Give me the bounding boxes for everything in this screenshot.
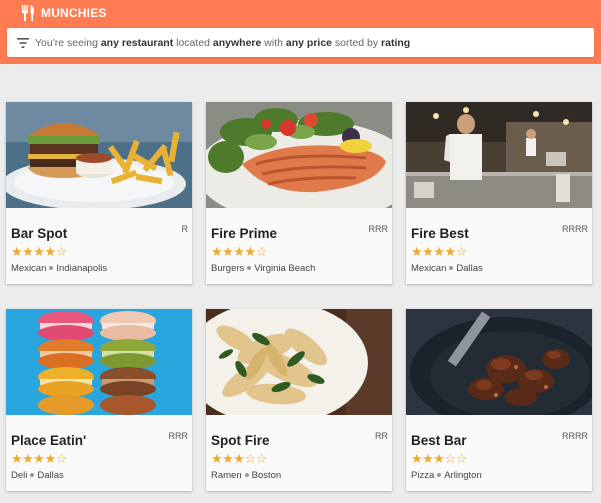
restaurant-name: Fire Best	[411, 226, 469, 241]
filter-icon	[17, 37, 29, 48]
price-level: RRR	[368, 224, 389, 234]
restaurant-meta: Mexican Indianapolis	[11, 263, 107, 274]
salmon-salad-photo	[206, 102, 392, 208]
restaurant-category: Pizza	[411, 470, 435, 481]
app-brand[interactable]: MUNCHIES	[21, 4, 107, 22]
star-rating: ★★★★☆	[411, 245, 467, 260]
restaurant-meta: Pizza Arlington	[411, 470, 482, 481]
restaurant-grid: Bar Spot R ★★★★☆ Mexican Indianapolis Fi…	[6, 102, 596, 502]
filter-summary: You're seeing any restaurant located any…	[35, 36, 411, 49]
restaurant-kitchen-photo	[406, 102, 592, 208]
restaurant-name: Bar Spot	[11, 226, 68, 241]
restaurant-category: Burgers	[211, 263, 245, 274]
restaurant-category: Deli	[11, 470, 28, 481]
dot-separator	[437, 473, 442, 478]
restaurant-name: Spot Fire	[211, 433, 270, 448]
restaurant-city: Virginia Beach	[254, 263, 316, 274]
price-filter: any price	[285, 36, 332, 49]
restaurant-meta: Mexican Dallas	[411, 263, 483, 274]
dot-separator	[49, 266, 54, 271]
location-filter: anywhere	[212, 36, 262, 49]
restaurant-category: Mexican	[11, 263, 47, 274]
star-rating: ★★★★☆	[211, 245, 267, 260]
restaurant-card[interactable]: Spot Fire RR ★★★☆☆ Ramen Boston	[206, 309, 392, 491]
restaurant-card[interactable]: Fire Prime RRR ★★★★☆ Burgers Virginia Bea…	[206, 102, 392, 284]
fork-knife-icon	[21, 5, 35, 21]
restaurant-card[interactable]: Best Bar RRRR ★★★☆☆ Pizza Arlington	[406, 309, 592, 491]
restaurant-category: Mexican	[411, 263, 447, 274]
restaurant-city: Dallas	[37, 470, 64, 481]
braised-meat-photo	[406, 309, 592, 415]
price-level: RRRR	[562, 431, 588, 441]
restaurant-filter: any restaurant	[100, 36, 174, 49]
price-level: RRRR	[562, 224, 588, 234]
sort-filter: rating	[381, 36, 411, 49]
restaurant-category: Ramen	[211, 470, 242, 481]
app-title: MUNCHIES	[41, 6, 107, 20]
filter-bar[interactable]: You're seeing any restaurant located any…	[7, 28, 594, 57]
price-level: RR	[375, 431, 388, 441]
price-level: R	[181, 224, 189, 234]
dot-separator	[449, 266, 454, 271]
restaurant-city: Indianapolis	[56, 263, 108, 274]
pasta-plate-photo	[206, 309, 392, 415]
star-rating: ★★★☆☆	[211, 452, 267, 467]
restaurant-name: Place Eatin'	[11, 433, 87, 448]
restaurant-city: Boston	[251, 470, 282, 481]
star-rating: ★★★★☆	[11, 245, 67, 260]
restaurant-card[interactable]: Fire Best RRRR ★★★★☆ Mexican Dallas	[406, 102, 592, 284]
restaurant-meta: Deli Dallas	[11, 470, 64, 481]
restaurant-card[interactable]: Place Eatin' RRR ★★★★☆ Deli Dallas	[6, 309, 192, 491]
burger-fries-photo	[6, 102, 192, 208]
restaurant-card[interactable]: Bar Spot R ★★★★☆ Mexican Indianapolis	[6, 102, 192, 284]
star-rating: ★★★★☆	[11, 452, 67, 467]
restaurant-name: Fire Prime	[211, 226, 278, 241]
restaurant-name: Best Bar	[411, 433, 467, 448]
dot-separator	[30, 473, 35, 478]
restaurant-city: Dallas	[456, 263, 483, 274]
restaurant-meta: Ramen Boston	[211, 470, 281, 481]
restaurant-city: Arlington	[444, 470, 482, 481]
price-level: RRR	[168, 431, 189, 441]
restaurant-meta: Burgers Virginia Beach	[211, 263, 315, 274]
star-rating: ★★★☆☆	[411, 452, 467, 467]
app-header: MUNCHIES You're seeing any restaurant lo…	[0, 0, 601, 64]
dot-separator	[244, 473, 249, 478]
macarons-photo	[6, 309, 192, 415]
dot-separator	[247, 266, 252, 271]
